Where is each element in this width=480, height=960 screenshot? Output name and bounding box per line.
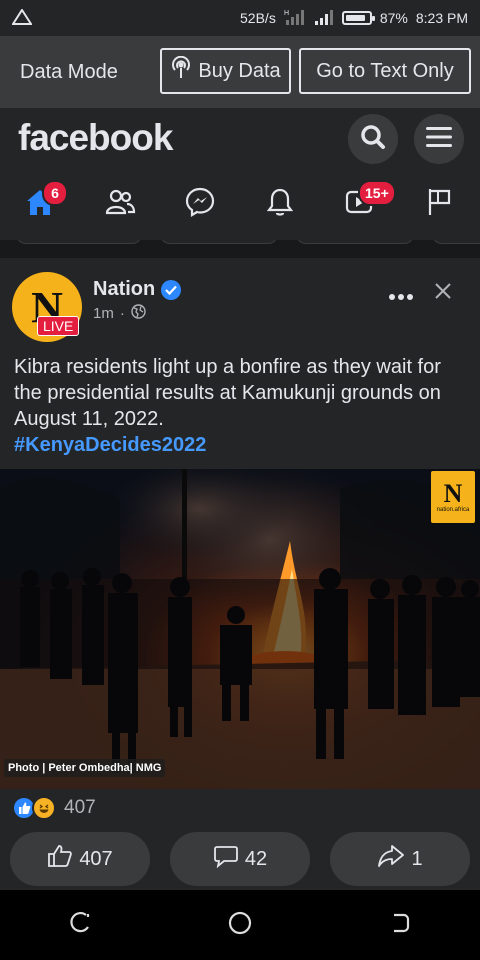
home-badge: 6 [42, 180, 68, 206]
friends-icon [104, 188, 136, 221]
post-caption-text: Kibra residents light up a bonfire as th… [14, 356, 441, 430]
post-time[interactable]: 1m [93, 305, 114, 322]
watermark-letter: N [443, 479, 463, 508]
data-mode-label: Data Mode [20, 60, 118, 83]
page-name-label: Nation [93, 278, 156, 300]
globe-icon [131, 304, 146, 323]
close-icon [432, 283, 454, 306]
network-speed: 52B/s [240, 10, 276, 26]
comment-bubble-icon [213, 844, 239, 874]
system-navigation-bar [0, 890, 480, 960]
buy-data-label: Buy Data [198, 59, 281, 82]
share-count: 1 [411, 847, 423, 870]
tab-notifications[interactable] [240, 168, 320, 240]
broadcast-icon [170, 55, 192, 86]
feed-post: N LIVE Nation 1m · Kibra residents light… [0, 258, 480, 890]
facebook-logo[interactable]: facebook [18, 117, 173, 159]
comment-button[interactable]: 42 [170, 832, 310, 886]
svg-text:H: H [284, 10, 289, 17]
bonfire-photo-image [0, 469, 480, 789]
like-button[interactable]: 407 [10, 832, 150, 886]
app-header: facebook [0, 108, 480, 168]
tab-watch[interactable]: 15+ [320, 168, 400, 240]
share-button[interactable]: 1 [330, 832, 470, 886]
battery-icon [341, 11, 375, 25]
hamburger-menu-icon [426, 126, 452, 153]
comment-count: 42 [244, 847, 268, 870]
reactions-summary[interactable]: 407 [12, 796, 96, 820]
tab-pages[interactable] [400, 168, 480, 240]
tab-bar: 6 15+ [0, 168, 480, 240]
more-options-button[interactable] [388, 280, 414, 308]
tab-friends[interactable] [80, 168, 160, 240]
watermark-text: nation.africa [436, 507, 470, 513]
feed-divider [0, 240, 480, 258]
verified-badge-icon [161, 279, 182, 300]
watch-badge: 15+ [358, 180, 396, 206]
hashtag-link[interactable]: #KenyaDecides2022 [14, 434, 206, 456]
status-bar: 52B/s H 87% 8:23 PM [0, 0, 480, 36]
bell-icon [266, 187, 294, 222]
tab-home[interactable]: 6 [0, 168, 80, 240]
live-badge: LIVE [37, 316, 80, 336]
thumbs-up-icon [47, 844, 73, 874]
post-caption: Kibra residents light up a bonfire as th… [14, 354, 470, 458]
page-name[interactable]: Nation [93, 278, 182, 301]
hide-post-button[interactable] [432, 280, 454, 307]
recent-apps-button[interactable] [68, 911, 92, 940]
tab-messenger[interactable] [160, 168, 240, 240]
search-button[interactable] [348, 114, 398, 164]
clock: 8:23 PM [415, 10, 468, 26]
buy-data-button[interactable]: Buy Data [160, 48, 291, 94]
battery-percent: 87% [379, 10, 408, 26]
cell-signal-icon [314, 9, 334, 28]
warning-triangle-icon [11, 7, 33, 28]
more-dots-icon [388, 280, 414, 307]
photo-credit: Photo | Peter Ombedha| NMG [4, 759, 166, 777]
text-only-button[interactable]: Go to Text Only [299, 48, 471, 94]
back-button[interactable] [388, 911, 412, 940]
data-signal-icon: H [284, 8, 306, 29]
flag-icon [427, 187, 453, 222]
search-icon [360, 124, 386, 155]
menu-button[interactable] [414, 114, 464, 164]
reaction-count: 407 [64, 797, 96, 818]
nation-watermark-logo: N nation.africa [431, 471, 475, 523]
share-arrow-icon [377, 844, 405, 874]
like-count: 407 [79, 847, 113, 870]
data-mode-bar: Data Mode Buy Data Go to Text Only [0, 36, 480, 108]
haha-reaction-icon [32, 796, 56, 820]
home-button[interactable] [227, 910, 253, 941]
messenger-icon [185, 187, 215, 222]
meta-separator: · [119, 305, 125, 322]
post-meta: 1m · [93, 304, 146, 323]
post-photo[interactable]: N nation.africa Photo | Peter Ombedha| N… [0, 469, 480, 789]
text-only-label: Go to Text Only [316, 59, 454, 82]
